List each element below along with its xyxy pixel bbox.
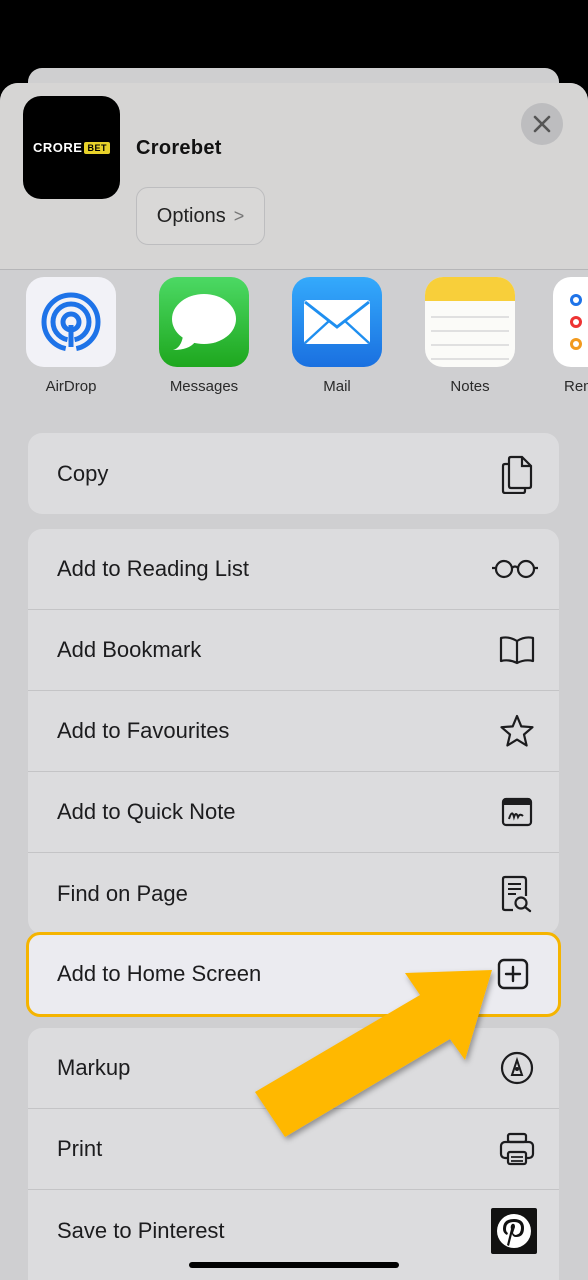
share-app-airdrop[interactable]: AirDrop: [21, 277, 121, 395]
save-to-pinterest-row[interactable]: Save to Pinterest: [28, 1190, 559, 1271]
airdrop-icon: [26, 277, 116, 367]
app-icon: CRORE BET: [23, 96, 120, 199]
share-app-reminders[interactable]: Rem: [553, 277, 588, 395]
printer-icon: [497, 1129, 537, 1169]
markup-icon: [497, 1048, 537, 1088]
row-label: Print: [57, 1136, 103, 1161]
app-name: Crorebet: [136, 137, 222, 159]
share-app-label: AirDrop: [45, 378, 97, 395]
row-label: Add Bookmark: [57, 637, 202, 662]
logo-word: CRORE: [33, 140, 83, 155]
options-label: Options: [156, 204, 226, 227]
share-sheet: CRORE BET Crorebet Options > AirDrop Mes…: [0, 83, 588, 1280]
copy-icon: [497, 454, 537, 494]
share-app-messages[interactable]: Messages: [154, 277, 254, 395]
quick-note-icon: [497, 792, 537, 832]
share-header: CRORE BET Crorebet Options >: [0, 83, 588, 270]
row-label: Markup: [57, 1055, 131, 1080]
share-app-mail[interactable]: Mail: [287, 277, 387, 395]
bottom-group: Markup Print Save to Pinterest: [28, 1028, 559, 1280]
star-icon: [497, 711, 537, 751]
add-square-icon: [495, 956, 531, 992]
share-app-label: Messages: [169, 378, 239, 395]
notes-icon: [425, 277, 515, 367]
messages-icon: [159, 277, 249, 367]
row-label: Add to Quick Note: [57, 799, 236, 824]
add-to-quick-note-row[interactable]: Add to Quick Note: [28, 772, 559, 853]
find-on-page-icon: [497, 874, 537, 914]
add-to-favourites-row[interactable]: Add to Favourites: [28, 691, 559, 772]
copy-row[interactable]: Copy: [28, 433, 559, 514]
share-apps-row: AirDrop Messages Mail Notes Re: [0, 271, 588, 411]
find-on-page-row[interactable]: Find on Page: [28, 853, 559, 934]
close-icon: [533, 115, 551, 133]
home-indicator: [189, 1262, 399, 1268]
crorebet-logo: CRORE BET: [33, 140, 110, 155]
pinterest-icon: [491, 1207, 537, 1254]
row-label: Add to Reading List: [57, 556, 250, 581]
share-app-label: Mail: [323, 378, 351, 395]
actions-group: Add to Reading List Add Bookmark Add to …: [28, 529, 559, 934]
share-app-notes[interactable]: Notes: [420, 277, 520, 395]
row-label: Add to Favourites: [57, 718, 230, 743]
chevron-right-icon: >: [233, 205, 245, 226]
markup-row[interactable]: Markup: [28, 1028, 559, 1109]
add-to-reading-list-row[interactable]: Add to Reading List: [28, 529, 559, 610]
options-button[interactable]: Options >: [136, 187, 265, 245]
reminders-icon: [553, 277, 588, 367]
close-button[interactable]: [521, 103, 563, 145]
print-row[interactable]: Print: [28, 1109, 559, 1190]
book-icon: [497, 630, 537, 670]
copy-label: Copy: [57, 460, 109, 486]
copy-group: Copy: [28, 433, 559, 514]
glasses-icon: [491, 549, 539, 589]
row-label: Add to Home Screen: [57, 961, 262, 986]
add-to-home-screen-row[interactable]: Add to Home Screen: [26, 932, 561, 1017]
row-label: Find on Page: [57, 880, 188, 906]
share-app-label: Notes: [450, 378, 490, 395]
mail-icon: [292, 277, 382, 367]
logo-badge: BET: [84, 141, 110, 154]
share-app-label: Rem: [564, 378, 588, 395]
add-bookmark-row[interactable]: Add Bookmark: [28, 610, 559, 691]
row-label: Save to Pinterest: [57, 1217, 225, 1243]
